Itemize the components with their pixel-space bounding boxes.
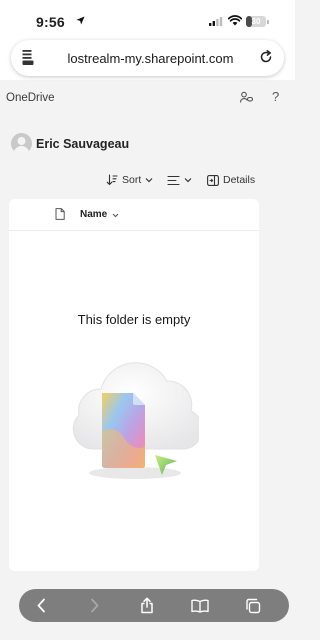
cellular-signal-icon: [209, 17, 223, 26]
details-button[interactable]: Details: [207, 173, 255, 187]
bookmarks-icon: [191, 598, 209, 613]
status-time: 9:56: [36, 14, 65, 30]
address-bar[interactable]: lostrealm-my.sharepoint.com: [11, 40, 284, 76]
reload-icon[interactable]: [259, 50, 273, 64]
browser-toolbar: [19, 589, 289, 622]
avatar[interactable]: [11, 133, 32, 154]
tabs-button[interactable]: [233, 589, 273, 622]
forward-icon: [91, 598, 99, 613]
page-menu-icon[interactable]: [21, 49, 35, 66]
battery-icon: 30: [246, 16, 266, 27]
file-list-header: Name: [9, 199, 259, 231]
tabs-icon: [246, 598, 261, 613]
sort-label: Sort: [122, 174, 142, 186]
share-icon[interactable]: [240, 91, 253, 104]
file-list: Name This folder is empty: [9, 199, 259, 571]
wifi-icon: [228, 15, 242, 26]
share-button[interactable]: [127, 589, 167, 622]
view-options-button[interactable]: [167, 173, 192, 187]
share-icon: [141, 597, 153, 614]
bookmarks-button[interactable]: [180, 589, 220, 622]
help-icon[interactable]: ?: [272, 89, 279, 104]
battery-cap: [267, 20, 269, 24]
chevron-down-icon[interactable]: [112, 213, 119, 218]
column-header-name[interactable]: Name: [80, 209, 107, 220]
status-bar: 9:56 30: [0, 0, 295, 38]
user-name: Eric Sauvageau: [36, 137, 130, 151]
app-title[interactable]: OneDrive: [6, 92, 55, 104]
chevron-down-icon: [145, 178, 153, 183]
back-icon: [37, 598, 45, 613]
file-type-icon[interactable]: [55, 208, 65, 220]
back-button[interactable]: [21, 589, 61, 622]
empty-folder-message: This folder is empty: [77, 312, 191, 327]
browser-address-area: lostrealm-my.sharepoint.com: [0, 38, 295, 80]
empty-folder-illustration: [72, 362, 199, 479]
details-pane-icon: [207, 174, 219, 186]
chevron-down-icon: [184, 178, 192, 183]
sort-icon: [106, 174, 118, 186]
avatar-person-icon: [13, 137, 30, 154]
battery-level: 30: [251, 17, 261, 26]
forward-button[interactable]: [75, 589, 115, 622]
location-arrow-icon: [76, 16, 85, 25]
details-label: Details: [223, 174, 256, 186]
url-text[interactable]: lostrealm-my.sharepoint.com: [51, 51, 250, 66]
sort-button[interactable]: Sort: [106, 173, 153, 187]
view-options-icon: [167, 175, 180, 185]
